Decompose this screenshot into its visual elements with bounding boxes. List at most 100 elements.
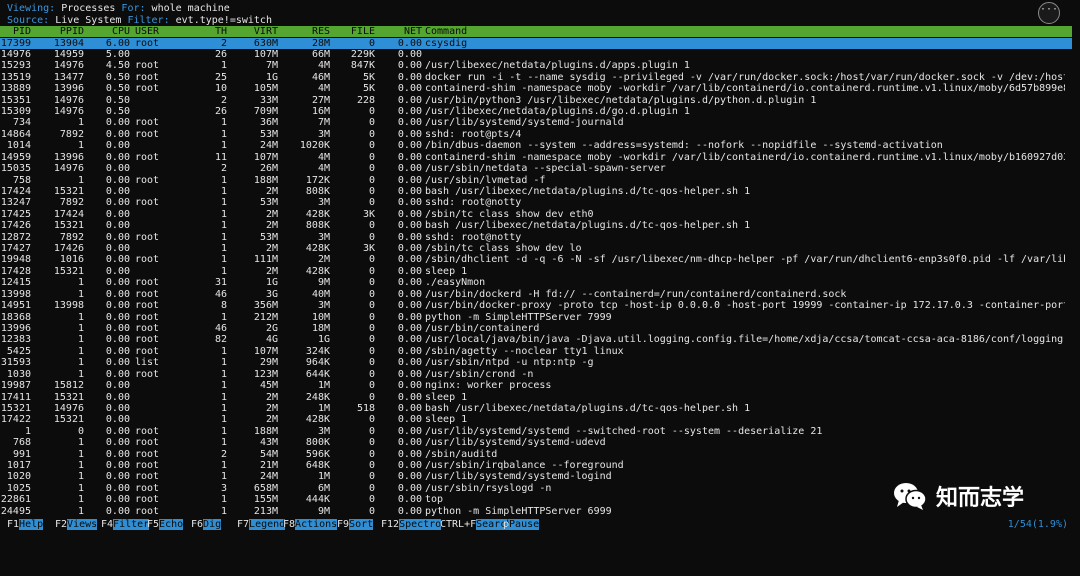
cell-res: 4M <box>317 163 330 175</box>
table-row[interactable]: 14951 13998 0.00 root 8 356M 3M 0 0.00/usr/bin/d… <box>0 300 1072 311</box>
cell-cpu: 0.00 <box>105 323 130 334</box>
table-row[interactable]: 13996 1 0.00 root 46 2G 18M 0 0.00/usr/bin/conta… <box>0 323 1072 334</box>
table-row[interactable]: 19948 1016 0.00 root 1 111M 2M 0 0.00/sbin/dhcli… <box>0 254 1072 265</box>
table-row[interactable]: 14976 14959 5.00 26 107M 66M 229K 0.00 <box>0 49 1072 60</box>
cell-user: root <box>135 254 160 266</box>
table-row[interactable]: 13998 1 0.00 root 46 3G 40M 0 0.00/usr/bin/docke… <box>0 289 1072 300</box>
fkey-label: Help <box>19 519 44 530</box>
cell-pid: 18368 <box>0 311 31 323</box>
ellipsis-icon[interactable]: ··· <box>1038 2 1060 24</box>
table-row[interactable]: 17422 15321 0.00 1 2M 428K 0 0.00 sleep 1 <box>0 414 1072 425</box>
cell-user <box>135 380 195 391</box>
table-row[interactable]: 17426 15321 0.00 1 2M 808K 0 0.00 bash /usr/libe… <box>0 220 1072 231</box>
cell-user <box>135 243 195 254</box>
table-row[interactable]: 734 1 0.00 root 1 36M 7M 0 0.00/usr/lib/systemd/… <box>0 117 1072 128</box>
cell-th: 82 <box>214 334 227 346</box>
table-row[interactable]: 1014 1 0.00 1 24M 1020K 0 0.00/bin/dbus-daemon … <box>0 140 1072 151</box>
table-row[interactable]: 14864 7892 0.00 root 1 53M 3M 0 0.00 sshd: root@p… <box>0 129 1072 140</box>
cell-cpu: 0.00 <box>105 345 130 357</box>
fkey-legend[interactable]: F7Legend <box>237 519 286 530</box>
fkey-filter[interactable]: F4Filter <box>101 519 150 530</box>
table-row[interactable]: 12383 1 0.00 root 82 4G 1G 0 0.00/usr/local/java… <box>0 334 1072 345</box>
cell-pid: 17399 <box>0 37 31 49</box>
cell-res: 248K <box>305 391 330 403</box>
fkey-views[interactable]: F2Views <box>55 519 98 530</box>
table-row[interactable]: 17427 17426 0.00 1 2M 428K 3K 0.00/sbin/tc clas… <box>0 243 1072 254</box>
cell-user: root <box>135 368 160 380</box>
fkey-pause[interactable]: pPause <box>503 519 540 530</box>
cell-th: 1 <box>220 140 227 152</box>
table-row[interactable]: 31593 1 0.00 list 1 29M 964K 0 0.00/usr/sbin/ntp… <box>0 357 1072 368</box>
table-row[interactable]: 15309 14976 0.50 26 709M 16M 0 0.00/usr/libexec… <box>0 106 1072 117</box>
cell-virt: 105M <box>253 83 278 95</box>
table-row[interactable]: 12415 1 0.00 root 31 1G 9M 0 0.00 ./easyNmon <box>0 277 1072 288</box>
cell-net: 0.00 <box>397 220 422 232</box>
cell-res: 3M <box>317 128 330 140</box>
column-header-th[interactable]: TH <box>195 26 227 37</box>
fkey-label: Actions <box>295 519 338 530</box>
fkey-echo[interactable]: F5Echo <box>147 519 184 530</box>
cell-file: 5K <box>362 71 375 83</box>
fkey-help[interactable]: F1Help <box>7 519 44 530</box>
fkey-search[interactable]: CTRL+FSearch <box>440 519 513 530</box>
table-row[interactable]: 15351 14976 0.50 2 33M 27M 228 0.00/usr/bin/pyt… <box>0 95 1072 106</box>
cell-virt: 1G <box>265 71 278 83</box>
cell-file: 0 <box>368 254 375 266</box>
table-row[interactable]: 17411 15321 0.00 1 2M 248K 0 0.00 sleep 1 <box>0 392 1072 403</box>
fkey-key: F1 <box>7 519 20 530</box>
column-header-command[interactable]: Command <box>425 26 1065 37</box>
table-row[interactable]: 17425 17424 0.00 1 2M 428K 3K 0.00/sbin/tc clas… <box>0 209 1072 220</box>
cell-user <box>135 392 195 403</box>
cell-command: containerd-shim -namespace moby -workdir… <box>425 151 1065 163</box>
table-row[interactable]: 13519 13477 0.50 root 25 1G 46M 5K 0.00 docker ru… <box>0 72 1072 83</box>
table-row[interactable]: 15035 14976 0.00 2 26M 4M 0 0.00/usr/sbin/netda… <box>0 163 1072 174</box>
cell-th: 1 <box>220 220 227 232</box>
column-header-pid[interactable]: PID <box>0 26 31 37</box>
cell-command: sshd: root@pts/4 <box>425 128 522 140</box>
cell-command: /usr/sbin/crond -n <box>425 368 534 380</box>
table-row[interactable]: 15321 14976 0.00 1 2M 1M 518 0.00 bash /usr/libe… <box>0 403 1072 414</box>
cell-th: 1 <box>220 208 227 220</box>
table-row[interactable]: 768 1 0.00 root 1 43M 800K 0 0.00/usr/lib/system… <box>0 437 1072 448</box>
table-row[interactable]: 13889 13996 0.50 root 10 105M 4M 5K 0.00 containe… <box>0 83 1072 94</box>
table-row[interactable]: 13247 7892 0.00 root 1 53M 3M 0 0.00 sshd: root@n… <box>0 197 1072 208</box>
cell-net: 0.00 <box>397 185 422 197</box>
table-row[interactable]: 1 0 0.00 root 1 188M 3M 0 0.00/usr/lib/systemd/s… <box>0 426 1072 437</box>
cell-command: /usr/bin/containerd <box>425 323 540 334</box>
table-row[interactable]: 19987 15812 0.00 1 45M 1M 0 0.00 nginx: worker p… <box>0 380 1072 391</box>
table-row[interactable]: 18368 1 0.00 root 1 212M 10M 0 0.00 python -m Sim… <box>0 312 1072 323</box>
cell-ppid: 15321 <box>53 414 84 426</box>
table-row[interactable]: 12872 7892 0.00 root 1 53M 3M 0 0.00 sshd: root@n… <box>0 232 1072 243</box>
fkey-spectro[interactable]: F12Spectro <box>381 519 442 530</box>
table-row[interactable]: 17424 15321 0.00 1 2M 808K 0 0.00 bash /usr/libe… <box>0 186 1072 197</box>
fkey-actions[interactable]: F8Actions <box>283 519 338 530</box>
table-row[interactable]: 17428 15321 0.00 1 2M 428K 0 0.00 sleep 1 <box>0 266 1072 277</box>
cell-file: 0 <box>368 185 375 197</box>
table-row[interactable]: 1030 1 0.00 root 1 123M 644K 0 0.00/usr/sbin/cro… <box>0 369 1072 380</box>
column-header-virt[interactable]: VIRT <box>227 26 278 37</box>
table-row[interactable]: 5425 1 0.00 root 1 107M 324K 0 0.00/sbin/agetty … <box>0 346 1072 357</box>
table-row-selected[interactable]: 17399 13904 6.00 root 2 630M 28M 0 0.00 csysdig <box>0 37 1072 49</box>
column-header-cpu[interactable]: CPU <box>84 26 130 37</box>
fkey-dig[interactable]: F6Dig <box>191 519 222 530</box>
table-row[interactable]: 758 1 0.00 root 1 188M 172K 0 0.00/usr/sbin/lvme… <box>0 175 1072 186</box>
column-header-net[interactable]: NET <box>375 26 422 37</box>
table-row[interactable]: 14959 13996 0.00 root 11 107M 4M 0 0.00 container… <box>0 152 1072 163</box>
table-row[interactable]: 15293 14976 4.50 root 1 7M 4M 847K 0.00/usr/libe… <box>0 60 1072 71</box>
cell-pid: 14976 <box>0 48 31 60</box>
fkey-sort[interactable]: F9Sort <box>337 519 374 530</box>
cell-user <box>135 106 195 117</box>
column-header-file[interactable]: FILE <box>330 26 375 37</box>
cell-res: 9M <box>317 277 330 289</box>
table-row[interactable]: 1017 1 0.00 root 1 21M 648K 0 0.00/usr/sbin/irqb… <box>0 460 1072 471</box>
column-header-user[interactable]: USER <box>135 26 195 37</box>
cell-th: 26 <box>214 48 227 60</box>
table-row[interactable]: 991 1 0.00 root 2 54M 596K 0 0.00/sbin/auditd <box>0 449 1072 460</box>
column-header-ppid[interactable]: PPID <box>31 26 84 37</box>
cell-file: 0 <box>368 163 375 175</box>
cell-ppid: 1 <box>77 471 84 483</box>
cell-th: 25 <box>214 71 227 83</box>
cell-res: 964K <box>305 357 330 369</box>
cell-net: 0.00 <box>397 448 422 460</box>
column-header-res[interactable]: RES <box>278 26 330 37</box>
